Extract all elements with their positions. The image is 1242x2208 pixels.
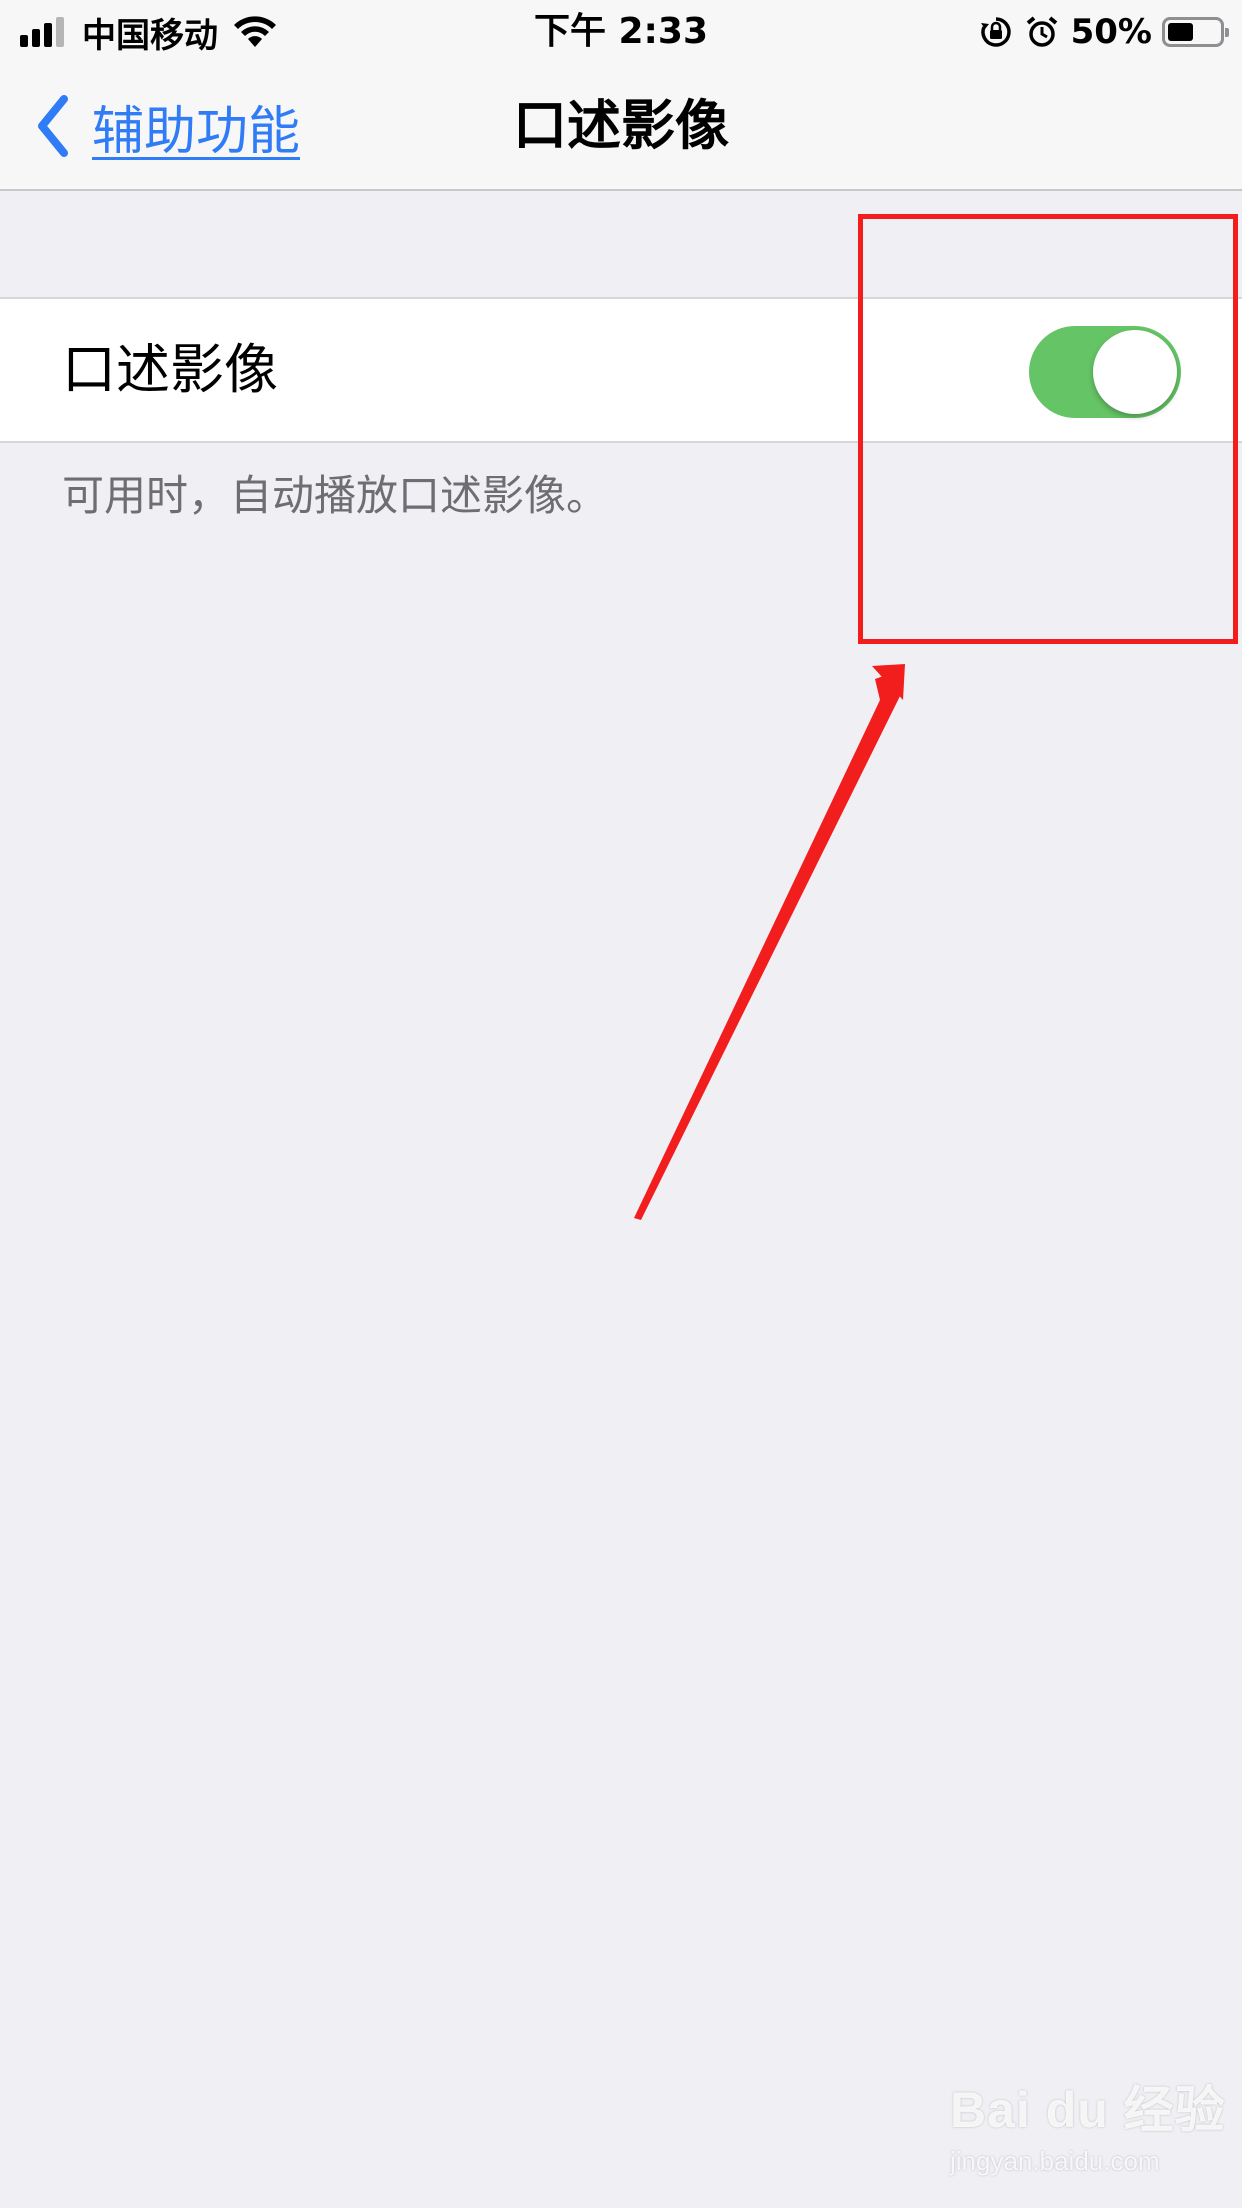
- watermark-logo: Bai du 经验 jingyan.baidu.com: [950, 2070, 1226, 2177]
- watermark-main: Bai du 经验: [950, 2082, 1226, 2138]
- screen: 中国移动 下午 2:33 50% 辅助功能 口述影像 口述影像 可用时，自动播放…: [0, 0, 1242, 2208]
- annotation-arrow-icon: [634, 664, 905, 1220]
- watermark-sub: jingyan.baidu.com: [950, 2146, 1160, 2176]
